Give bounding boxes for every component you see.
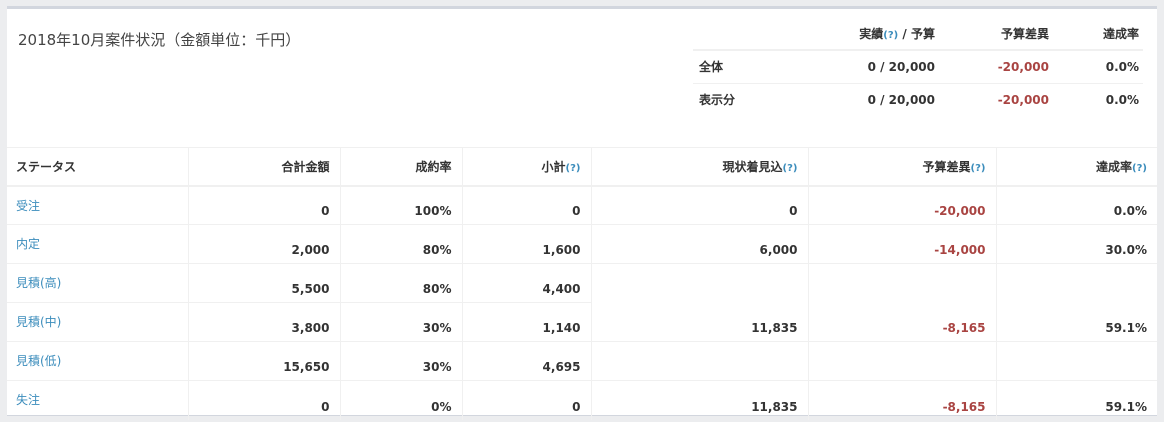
subtotal-cell: 1,600 — [461, 224, 591, 264]
status-link-informal[interactable]: 内定 — [16, 237, 40, 251]
status-cell: 受注 — [7, 185, 188, 225]
header-forecast: 現状着見込(?) — [590, 147, 808, 187]
summary-header-rate: 達成率 — [1053, 17, 1143, 51]
total-cell: 0 — [187, 380, 340, 420]
summary-header-diff: 予算差異 — [939, 17, 1053, 51]
status-link-won[interactable]: 受注 — [16, 199, 40, 213]
summary-header-actual-budget: 実績(?) / 予算 — [843, 17, 939, 51]
forecast-cell: 11,835 — [590, 302, 808, 342]
summary-header-blank — [693, 17, 843, 51]
summary-table: 実績(?) / 予算 予算差異 達成率 全体 0 / 20,000 -20,00… — [693, 17, 1143, 116]
subtotal-cell: 4,695 — [461, 341, 591, 381]
header-achievement: 達成率(?) — [995, 147, 1157, 187]
achievement-cell: 59.1% — [995, 380, 1157, 420]
status-table: ステータス 合計金額 成約率 小計(?) 現状着見込(?) 予算差異(?) 達成… — [7, 147, 1157, 420]
subtotal-cell: 4,400 — [461, 263, 591, 303]
summary-header-budget: / 予算 — [898, 26, 935, 41]
achievement-cell: 59.1% — [995, 302, 1157, 342]
subtotal-cell: 0 — [461, 185, 591, 225]
header-subtotal: 小計(?) — [461, 147, 591, 187]
header-forecast-label: 現状着見込 — [722, 159, 783, 174]
header-achievement-label: 達成率 — [1096, 159, 1133, 174]
status-cell: 失注 — [7, 381, 188, 420]
status-link-estimate-low[interactable]: 見積(低) — [16, 354, 61, 368]
subtotal-cell: 1,140 — [461, 302, 591, 342]
table-row: 受注 0 100% 0 0 -20,000 0.0% — [7, 185, 1157, 225]
summary-actual-budget: 0 / 20,000 — [867, 92, 935, 107]
close-rate-cell: 80% — [339, 263, 462, 303]
forecast-cell: 0 — [590, 185, 808, 225]
status-cell: 見積(中) — [7, 302, 188, 342]
panel-title: 2018年10月案件状況（金額単位：千円） — [18, 31, 301, 49]
close-rate-cell: 30% — [339, 341, 462, 381]
total-cell: 5,500 — [187, 263, 340, 303]
header-budget-diff-label: 予算差異 — [922, 159, 971, 174]
close-rate-cell: 80% — [339, 224, 462, 264]
total-cell: 3,800 — [187, 302, 340, 342]
summary-row-displayed: 表示分 0 / 20,000 -20,000 0.0% — [693, 83, 1143, 116]
status-link-estimate-mid[interactable]: 見積(中) — [16, 315, 61, 329]
budget-diff-cell — [807, 263, 996, 303]
page-background: 2018年10月案件状況（金額単位：千円） 実績(?) / 予算 予算差異 達成… — [0, 0, 1164, 422]
forecast-cell — [590, 341, 808, 381]
summary-header-actual: 実績 — [859, 26, 884, 41]
summary-row-label: 全体 — [693, 50, 843, 84]
help-link[interactable]: (?) — [783, 163, 798, 174]
summary-diff: -20,000 — [997, 92, 1049, 107]
header-close-rate: 成約率 — [339, 147, 462, 187]
table-row: 見積(低) 15,650 30% 4,695 — [7, 341, 1157, 381]
status-link-estimate-high[interactable]: 見積(高) — [16, 276, 61, 290]
summary-rate: 0.0% — [1105, 92, 1139, 107]
forecast-cell — [590, 263, 808, 303]
budget-diff-cell: -20,000 — [807, 185, 996, 225]
status-cell: 内定 — [7, 224, 188, 264]
total-cell: 2,000 — [187, 224, 340, 264]
help-link[interactable]: (?) — [1132, 163, 1147, 174]
total-cell: 0 — [187, 185, 340, 225]
table-row: 失注 0 0% 0 11,835 -8,165 59.1% — [7, 380, 1157, 420]
budget-diff-cell: -14,000 — [807, 224, 996, 264]
achievement-cell: 30.0% — [995, 224, 1157, 264]
status-table-header: ステータス 合計金額 成約率 小計(?) 現状着見込(?) 予算差異(?) 達成… — [7, 147, 1157, 187]
help-link[interactable]: (?) — [566, 163, 581, 174]
table-row: 見積(高) 5,500 80% 4,400 — [7, 263, 1157, 303]
forecast-cell: 6,000 — [590, 224, 808, 264]
header-status: ステータス — [7, 147, 188, 187]
close-rate-cell: 100% — [339, 185, 462, 225]
summary-actual-budget: 0 / 20,000 — [843, 50, 939, 84]
forecast-cell: 11,835 — [590, 380, 808, 420]
close-rate-cell: 30% — [339, 302, 462, 342]
header-budget-diff: 予算差異(?) — [807, 147, 996, 187]
summary-header-row: 実績(?) / 予算 予算差異 達成率 — [693, 17, 1143, 51]
summary-row-total: 全体 0 / 20,000 -20,000 0.0% — [693, 50, 1143, 84]
budget-diff-cell — [807, 341, 996, 381]
status-link-lost[interactable]: 失注 — [16, 393, 40, 407]
table-row: 内定 2,000 80% 1,600 6,000 -14,000 30.0% — [7, 224, 1157, 264]
achievement-cell — [995, 341, 1157, 381]
achievement-cell: 0.0% — [995, 185, 1157, 225]
status-cell: 見積(高) — [7, 263, 188, 303]
budget-diff-cell: -8,165 — [807, 380, 996, 420]
budget-diff-cell: -8,165 — [807, 302, 996, 342]
table-row: 見積(中) 3,800 30% 1,140 11,835 -8,165 59.1… — [7, 302, 1157, 342]
case-status-panel: 2018年10月案件状況（金額単位：千円） 実績(?) / 予算 予算差異 達成… — [7, 6, 1157, 420]
header-total: 合計金額 — [187, 147, 340, 187]
help-link[interactable]: (?) — [971, 163, 986, 174]
subtotal-cell: 0 — [461, 380, 591, 420]
summary-diff: -20,000 — [939, 50, 1053, 84]
summary-rate: 0.0% — [1053, 50, 1143, 84]
help-link[interactable]: (?) — [883, 30, 898, 41]
summary-row-label: 表示分 — [699, 93, 736, 108]
status-cell: 見積(低) — [7, 341, 188, 381]
close-rate-cell: 0% — [339, 380, 462, 420]
total-cell: 15,650 — [187, 341, 340, 381]
achievement-cell — [995, 263, 1157, 303]
header-subtotal-label: 小計 — [541, 159, 566, 174]
